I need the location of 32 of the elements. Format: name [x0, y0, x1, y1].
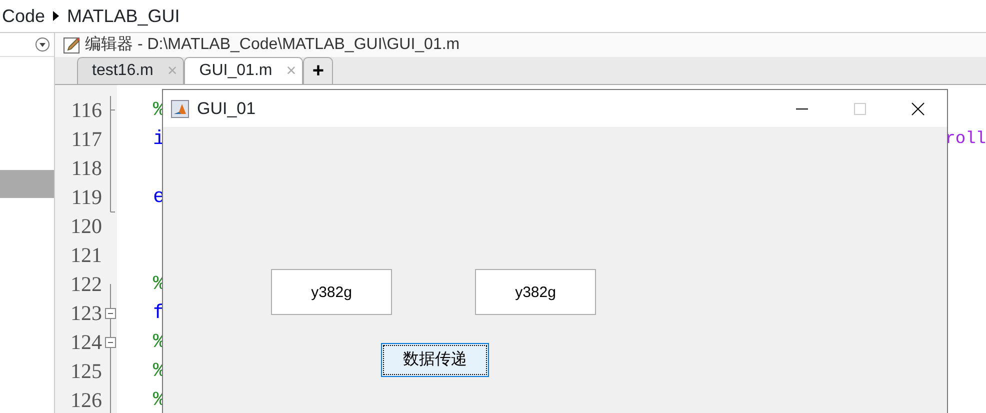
code-text: roll: [945, 129, 986, 151]
push-button[interactable]: 数据传递: [381, 343, 489, 377]
dropdown-icon[interactable]: [35, 37, 50, 52]
line-number: 119: [70, 184, 103, 211]
text-field[interactable]: y382g: [271, 269, 392, 315]
minimize-icon: [796, 108, 808, 110]
maximize-icon: [853, 102, 867, 116]
pencil-icon: [63, 36, 81, 54]
line-number: 126: [70, 387, 103, 413]
window-title: GUI_01: [197, 98, 256, 120]
editor-tab[interactable]: test16.m ×: [77, 57, 184, 84]
close-icon: [911, 102, 925, 116]
app-icon: [171, 100, 189, 118]
breadcrumb-separator-icon: [53, 11, 60, 21]
fold-icon[interactable]: [105, 337, 116, 348]
breadcrumb-item[interactable]: MATLAB_GUI: [67, 2, 180, 30]
selected-row[interactable]: [0, 170, 54, 198]
line-number: 116: [70, 97, 103, 124]
line-number: 118: [70, 155, 103, 182]
line-number: 123: [70, 300, 103, 327]
fold-icon[interactable]: [105, 308, 116, 319]
line-number: 125: [70, 358, 103, 385]
editor-tab[interactable]: GUI_01.m ×: [184, 57, 304, 84]
new-tab-button[interactable]: +: [303, 57, 334, 84]
editor-title: 编辑器 - D:\MATLAB_Code\MATLAB_GUI\GUI_01.m: [85, 34, 460, 55]
line-number: 124: [70, 329, 103, 356]
line-number: 122: [70, 271, 103, 298]
breadcrumb-item[interactable]: Code: [2, 2, 46, 30]
line-number: 120: [70, 213, 103, 240]
line-number: 117: [70, 126, 103, 153]
text-field[interactable]: y382g: [475, 269, 596, 315]
line-number: 121: [70, 242, 103, 269]
